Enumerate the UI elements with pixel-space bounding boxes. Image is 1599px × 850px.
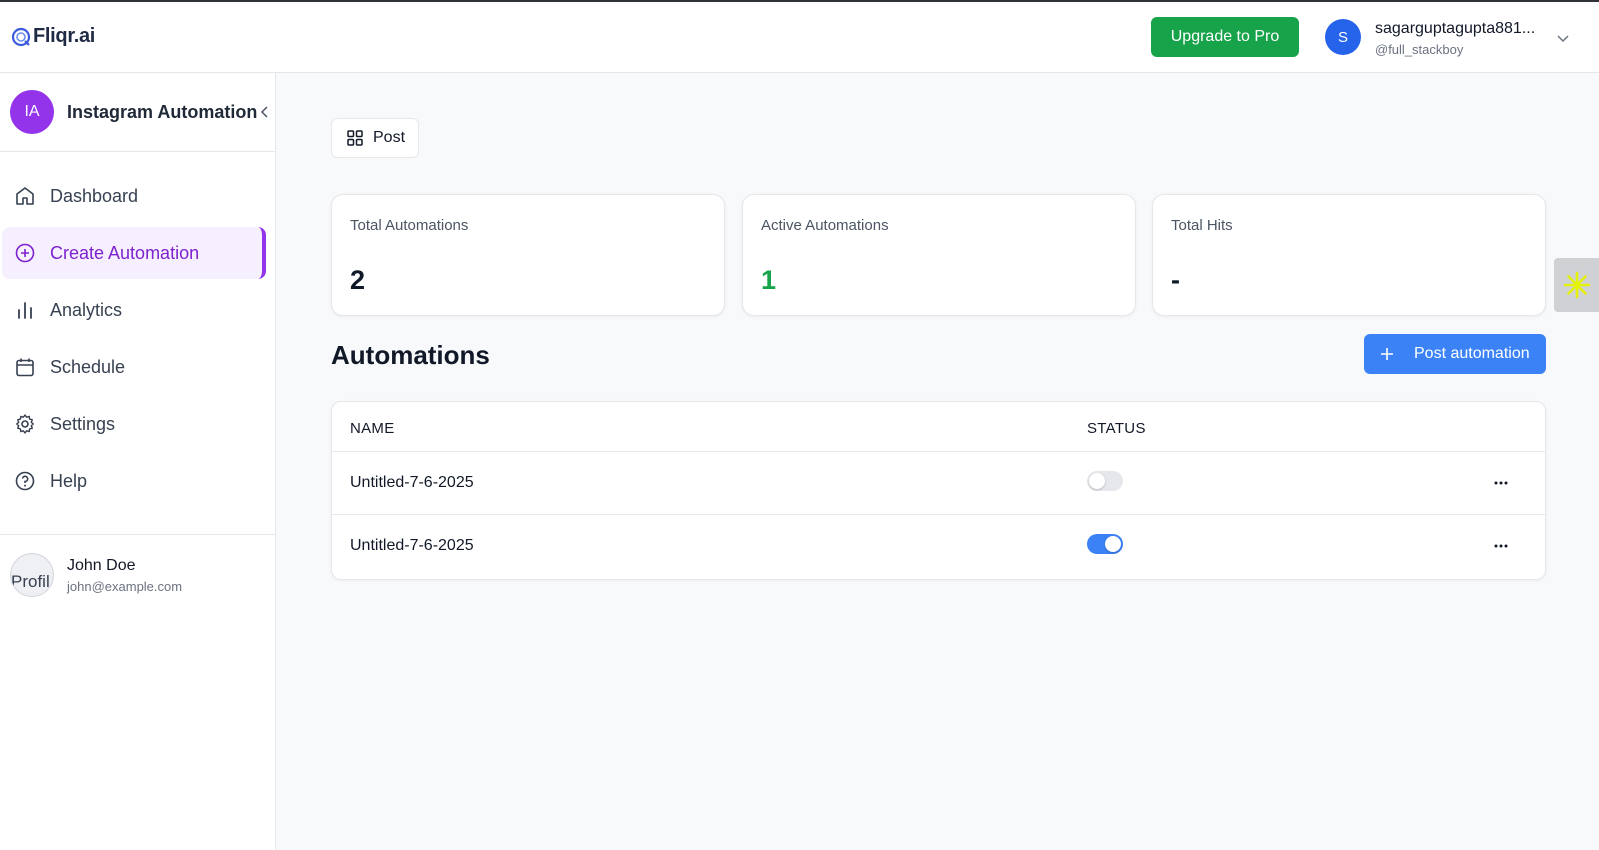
sidebar-item-label: Help	[50, 471, 88, 491]
workspace-name: Instagram Automation	[67, 102, 258, 122]
tab-label: Post	[373, 129, 406, 146]
plus-circle-icon	[15, 243, 35, 263]
status-toggle[interactable]	[1087, 534, 1123, 554]
user-name[interactable]: sagarguptagupta881...	[1375, 20, 1535, 38]
bar-chart-icon	[18, 302, 32, 319]
workspace-avatar: IA	[10, 90, 54, 134]
home-icon	[16, 187, 34, 205]
stat-label: Total Hits	[1171, 217, 1233, 234]
top-header: Fliqr.ai Upgrade to Pro S sagarguptagupt…	[0, 2, 1599, 73]
post-automation-button[interactable]: Post automation	[1364, 334, 1546, 374]
sidebar-item-label: Schedule	[50, 357, 126, 377]
status-toggle[interactable]	[1087, 471, 1123, 491]
stat-value: 2	[350, 265, 366, 295]
stat-value: 1	[761, 265, 777, 295]
toggle-knob	[1089, 473, 1105, 489]
sidebar-divider	[0, 534, 276, 535]
stat-card-total-automations: Total Automations 2	[331, 194, 725, 316]
stat-value: -	[1171, 265, 1180, 295]
sidebar-item-analytics[interactable]: Analytics	[2, 284, 266, 336]
sparkle-icon	[1563, 271, 1590, 299]
chevron-down-icon[interactable]	[1556, 31, 1570, 45]
tab-post[interactable]: Post	[331, 118, 419, 158]
floating-widget-button[interactable]	[1554, 258, 1599, 312]
grid-icon	[347, 130, 363, 146]
user-handle: @full_stackboy	[1375, 42, 1464, 57]
plus-icon	[1381, 348, 1393, 360]
section-title: Automations	[331, 340, 490, 370]
column-header-status: STATUS	[1087, 420, 1146, 437]
chevron-left-icon[interactable]	[258, 105, 272, 119]
sidebar-divider	[0, 151, 276, 152]
calendar-icon	[16, 358, 34, 377]
sidebar-item-settings[interactable]: Settings	[2, 398, 266, 450]
sidebar-item-label: Create Automation	[50, 243, 200, 263]
button-label: Post automation	[1414, 345, 1530, 362]
logo-text: Fliqr.ai	[33, 25, 96, 47]
gear-icon	[16, 414, 34, 434]
help-circle-icon	[15, 471, 35, 491]
profile-name: John Doe	[67, 557, 136, 574]
brand-logo[interactable]: Fliqr.ai	[11, 25, 95, 48]
stat-card-active-automations: Active Automations 1	[742, 194, 1136, 316]
more-options-icon[interactable]	[1492, 474, 1510, 492]
user-avatar[interactable]: S	[1325, 19, 1361, 55]
toggle-knob	[1105, 536, 1121, 552]
table-row[interactable]: Untitled-7-6-2025	[332, 451, 1545, 514]
sidebar-item-dashboard[interactable]: Dashboard	[2, 170, 266, 222]
sidebar-item-create-automation[interactable]: Create Automation	[2, 227, 266, 279]
automation-name[interactable]: Untitled-7-6-2025	[350, 537, 474, 555]
sidebar-item-label: Dashboard	[50, 186, 139, 206]
profile-avatar[interactable]: Profil	[10, 553, 54, 597]
table-row[interactable]: Untitled-7-6-2025	[332, 514, 1545, 577]
logo-icon	[11, 27, 31, 46]
stat-card-total-hits: Total Hits -	[1152, 194, 1546, 316]
sidebar-item-help[interactable]: Help	[2, 455, 266, 507]
sidebar-item-schedule[interactable]: Schedule	[2, 341, 266, 393]
sidebar-item-label: Settings	[50, 414, 116, 434]
stat-label: Active Automations	[761, 217, 889, 234]
stat-label: Total Automations	[350, 217, 469, 234]
profile-email: john@example.com	[67, 579, 183, 594]
sidebar: IA Instagram Automation Dashboard Create…	[0, 73, 276, 850]
sidebar-item-label: Analytics	[50, 300, 123, 320]
automations-table: NAME STATUS Untitled-7-6-2025 Untitled-7…	[331, 401, 1546, 580]
automation-name[interactable]: Untitled-7-6-2025	[350, 474, 474, 492]
column-header-name: NAME	[350, 420, 395, 437]
upgrade-to-pro-button[interactable]: Upgrade to Pro	[1151, 17, 1299, 57]
more-options-icon[interactable]	[1492, 537, 1510, 555]
